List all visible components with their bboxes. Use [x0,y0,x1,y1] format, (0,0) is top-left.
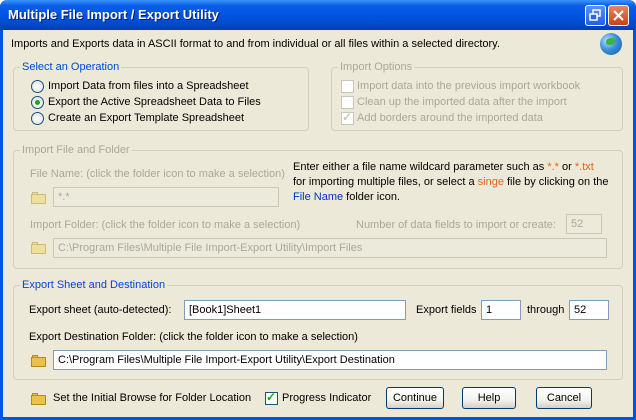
import-folder-icon[interactable] [31,242,47,254]
restore-button[interactable] [585,5,606,26]
close-icon [613,10,624,21]
export-sheet-input[interactable]: [Book1]Sheet1 [184,300,406,320]
checkbox-previous-workbook-label[interactable]: Import data into the previous import wor… [357,80,580,92]
dialog-window: Multiple File Import / Export Utility Im… [0,0,636,420]
import-help-text: Enter either a file name wildcard parame… [293,161,609,203]
checkbox-add-borders[interactable]: ✓ [341,110,354,125]
checkbox-clean-up[interactable] [341,96,354,109]
radio-selected-dot [35,100,40,105]
checkbox-previous-workbook[interactable] [341,80,354,93]
file-name-label: File Name: (click the folder icon to mak… [30,168,285,180]
file-name-folder-icon[interactable] [31,192,47,204]
dialog-body: Imports and Exports data in ASCII format… [3,30,633,417]
file-name-input[interactable]: *.* [53,187,279,207]
continue-button[interactable]: Continue [386,387,444,409]
export-fields-label: Export fields [416,304,477,316]
description-text: Imports and Exports data in ASCII format… [11,38,500,50]
checkbox-clean-up-label[interactable]: Clean up the imported data after the imp… [357,96,567,108]
import-options-legend: Import Options [338,61,415,73]
export-legend: Export Sheet and Destination [20,279,168,291]
export-destination-folder-icon[interactable] [31,355,47,367]
radio-create-template-label[interactable]: Create an Export Template Spreadsheet [48,112,244,124]
restore-icon [589,9,601,21]
radio-export-data[interactable] [31,96,44,109]
export-sheet-label: Export sheet (auto-detected): [29,304,172,316]
import-folder-label: Import Folder: (click the folder icon to… [30,219,301,231]
title-bar[interactable]: Multiple File Import / Export Utility [0,0,636,30]
window-title: Multiple File Import / Export Utility [8,7,219,22]
browse-location-label[interactable]: Set the Initial Browse for Folder Locati… [53,392,251,404]
checkmark-icon: ✓ [342,110,353,124]
radio-export-data-label[interactable]: Export the Active Spreadsheet Data to Fi… [48,96,261,108]
export-destination-label: Export Destination Folder: (click the fo… [29,331,358,343]
export-fields-from-input[interactable]: 1 [481,300,521,320]
progress-indicator-label[interactable]: Progress Indicator [282,392,371,404]
import-folder-input[interactable]: C:\Program Files\Multiple File Import-Ex… [53,238,607,258]
import-fields-input[interactable]: 52 [566,214,602,234]
checkbox-add-borders-label[interactable]: Add borders around the imported data [357,112,543,124]
radio-import-data-label[interactable]: Import Data from files into a Spreadshee… [48,80,249,92]
through-label: through [527,304,565,316]
import-file-legend: Import File and Folder [20,144,132,156]
checkmark-icon: ✓ [266,390,277,404]
progress-indicator-checkbox[interactable]: ✓ [265,390,278,405]
cancel-button[interactable]: Cancel [536,387,592,409]
close-button[interactable] [608,5,629,26]
help-button[interactable]: Help [462,387,516,409]
browse-folder-icon[interactable] [31,393,47,405]
export-destination-input[interactable]: C:\Program Files\Multiple File Import-Ex… [53,350,607,370]
select-operation-legend: Select an Operation [20,61,122,73]
radio-import-data[interactable] [31,80,44,93]
import-fields-label: Number of data fields to import or creat… [356,219,556,231]
export-fields-to-input[interactable]: 52 [569,300,609,320]
radio-create-template[interactable] [31,112,44,125]
